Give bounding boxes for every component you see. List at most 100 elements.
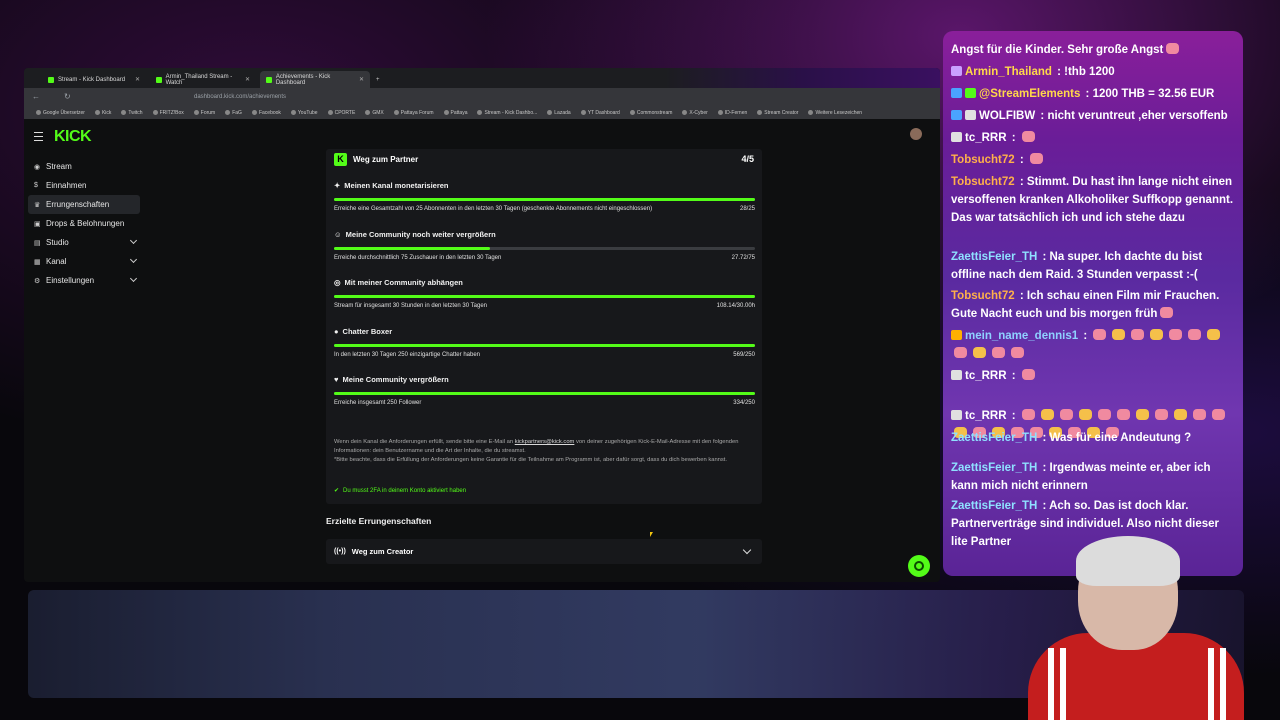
emote-icon (1192, 409, 1206, 420)
chat-separator: : (1037, 110, 1048, 122)
back-icon[interactable]: ← (32, 92, 40, 101)
bookmark-favicon-icon (290, 110, 296, 115)
bookmark-item[interactable]: CPORTE (327, 109, 356, 116)
new-tab-icon[interactable]: + (370, 71, 384, 88)
partner-card-header[interactable]: K Weg zum Partner 4/5 (326, 149, 762, 169)
bookmark-label: Weitere Lesezeichen (815, 109, 863, 116)
bookmark-item[interactable]: FaG (225, 110, 242, 116)
bookmark-label: GMX (372, 109, 384, 116)
sidebar-item-stream[interactable]: ◉ Stream (28, 157, 140, 176)
sidebar-item-einstellungen[interactable]: ⚙ Einstellungen (28, 271, 140, 290)
chat-username[interactable]: ZaettisFeier_TH (951, 251, 1037, 263)
bookmark-favicon-icon (393, 110, 399, 115)
chat-username[interactable]: ZaettisFeier_TH (951, 432, 1037, 444)
chat-username[interactable]: mein_name_dennis1 (965, 330, 1078, 342)
chevron-down-icon[interactable] (129, 255, 138, 264)
sidebar-item-errungenschaften[interactable]: ♛ Errungenschaften (28, 195, 140, 214)
requirement-description: Erreiche durchschnittlich 75 Zuschauer i… (334, 254, 502, 261)
bookmark-label: Facebook (258, 109, 281, 116)
bookmark-label: X-Cyber (689, 109, 708, 116)
bookmarks-bar: Google Übersetzer Kick Twitch FRITZ!Box Foru… (24, 106, 940, 120)
dollar-icon: $ (34, 182, 38, 189)
jacket-stripe (1048, 648, 1054, 720)
bookmark-item[interactable]: FRITZ!Box (152, 110, 184, 116)
bookmark-item[interactable]: Stream Creator (757, 110, 798, 116)
bookmark-item[interactable]: YouTube (290, 110, 318, 116)
bookmark-favicon-icon (225, 110, 231, 115)
gift-icon: ▣ (34, 220, 41, 228)
bookmark-item[interactable]: GMX (365, 109, 384, 116)
bookmark-item[interactable]: Facebook (251, 109, 281, 116)
browser-tab[interactable]: Stream - Kick Dashboard ✕ (42, 71, 146, 88)
requirement-item: ✦ Meinen Kanal monetarisieren Erreiche ein… (334, 181, 755, 212)
emote-icon (1093, 329, 1107, 340)
chat-message: Armin_Thailand : !thb 1200 (951, 63, 1235, 81)
emote-icon (992, 347, 1005, 358)
bookmark-item[interactable]: Pattaya (443, 109, 468, 116)
bookmark-favicon-icon (327, 110, 333, 115)
url-field[interactable]: dashboard.kick.com/achievements (194, 94, 286, 100)
webcam-feed (1028, 536, 1244, 720)
bookmark-item[interactable]: ID-Fernen (717, 110, 747, 116)
requirement-title-text: Meine Community noch weiter vergrößern (345, 229, 496, 239)
sidebar-item-studio[interactable]: ▤ Studio (28, 233, 140, 252)
chat-username[interactable]: tc_RRR (965, 370, 1007, 382)
bookmark-item[interactable]: Kick (94, 110, 111, 116)
bookmark-item[interactable]: Weitere Lesezeichen (808, 110, 862, 116)
creator-accordion[interactable]: ((•)) Weg zum Creator (326, 539, 762, 564)
chat-separator: : (1039, 432, 1050, 444)
sidebar-item-kanal[interactable]: ▦ Kanal (28, 252, 140, 271)
chat-username[interactable]: ZaettisFeier_TH (951, 462, 1037, 474)
close-tab-icon[interactable]: ✕ (359, 76, 364, 83)
bookmark-favicon-icon (152, 110, 158, 115)
bookmark-item[interactable]: X-Cyber (682, 109, 708, 116)
browser-tab-active[interactable]: Achievements - Kick Dashboard ✕ (260, 71, 370, 88)
chat-icon: ● (334, 326, 339, 336)
gear-icon: ⚙ (34, 277, 41, 285)
chat-username[interactable]: WOLFIBW (979, 110, 1035, 122)
chat-username[interactable]: Tobsucht72 (951, 176, 1015, 188)
bookmark-item[interactable]: YT Dashboard (580, 110, 620, 116)
emote-icon (1116, 409, 1130, 420)
chevron-down-icon[interactable] (129, 274, 138, 283)
bookmark-item[interactable]: Forum (193, 110, 215, 116)
chevron-down-icon[interactable] (129, 236, 138, 245)
bookmark-label: Pattaya (450, 109, 468, 116)
partner-card: K Weg zum Partner 4/5 ✦ Meinen Kanal mone… (326, 149, 762, 504)
requirement-value: 108.14/30.00h (716, 303, 755, 309)
avatar[interactable] (910, 128, 922, 140)
help-button[interactable] (908, 555, 930, 577)
chat-username[interactable]: tc_RRR (965, 410, 1007, 422)
bookmark-item[interactable]: Twitch (121, 110, 143, 116)
menu-icon[interactable] (34, 132, 43, 141)
bookmark-item[interactable]: Lazada (547, 110, 571, 116)
chat-username[interactable]: tc_RRR (965, 132, 1007, 144)
tab-bar: Stream - Kick Dashboard ✕ Armin_Thailand… (24, 68, 940, 88)
email-link[interactable]: kickpartners@kick.com (515, 439, 575, 445)
bookmark-favicon-icon (682, 110, 688, 115)
kick-logo[interactable]: KICK (54, 128, 92, 146)
browser-tab[interactable]: Armin_Thailand Stream - Watch ✕ (150, 71, 256, 88)
close-tab-icon[interactable]: ✕ (135, 76, 140, 83)
emote-icon (1160, 307, 1174, 318)
progress-bar (334, 343, 755, 347)
chat-message: @StreamElements : 1200 THB = 32.56 EUR (951, 85, 1235, 103)
chat-username[interactable]: ZaettisFeier_TH (951, 500, 1037, 512)
bookmark-item[interactable]: Commonstream (629, 110, 672, 116)
bookmark-item[interactable]: Google Übersetzer (36, 110, 85, 116)
bookmark-item[interactable]: Pattaya Forum (393, 110, 434, 116)
kick-header: KICK (24, 119, 940, 149)
chat-username[interactable]: Tobsucht72 (951, 154, 1015, 166)
chat-username[interactable]: @StreamElements (979, 88, 1080, 100)
chevron-down-icon[interactable] (742, 545, 752, 555)
sidebar-item-drops-belohnungen[interactable]: ▣ Drops & Belohnungen (28, 214, 140, 233)
reload-icon[interactable]: ↻ (64, 92, 71, 101)
chat-username[interactable]: Armin_Thailand (965, 66, 1052, 78)
bookmark-item[interactable]: Stream - Kick Dashbo... (477, 110, 537, 116)
sidebar-item-einnahmen[interactable]: $ Einnahmen (28, 176, 140, 195)
chat-message: Tobsucht72 : Stimmt. Du hast ihn lange n… (951, 173, 1235, 227)
chat-overlay: Angst für die Kinder. Sehr große Angst Ar… (943, 31, 1243, 576)
bookmark-label: CPORTE (334, 109, 356, 116)
close-tab-icon[interactable]: ✕ (245, 76, 250, 83)
chat-username[interactable]: Tobsucht72 (951, 290, 1015, 302)
